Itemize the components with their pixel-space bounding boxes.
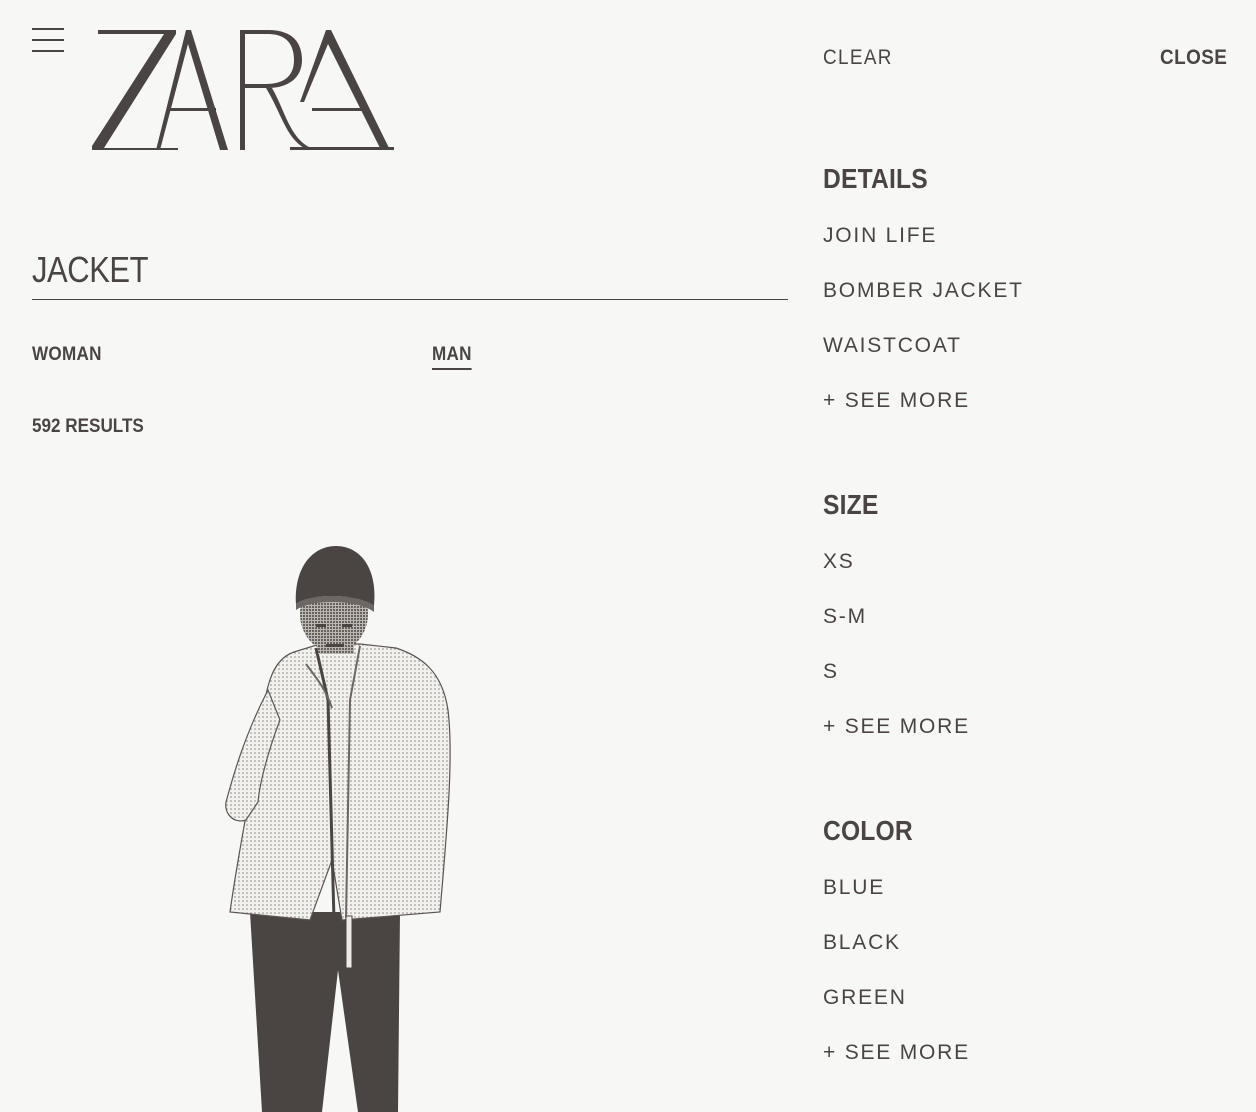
filter-option-xs[interactable]: XS (823, 550, 1223, 605)
filter-heading: DETAILS (823, 163, 928, 194)
filter-option-blue[interactable]: BLUE (823, 876, 1223, 931)
see-more-color-button[interactable]: + SEE MORE (823, 1041, 1223, 1096)
filter-section-size: SIZE XS S-M S + SEE MORE (823, 488, 1223, 770)
filter-section-color: COLOR BLUE BLACK GREEN + SEE MORE (823, 814, 1223, 1096)
search-input[interactable] (32, 248, 683, 292)
tab-woman[interactable]: WOMAN (32, 344, 102, 366)
filter-option-s-m[interactable]: S-M (823, 605, 1223, 660)
filter-heading: SIZE (823, 489, 879, 520)
filter-option-green[interactable]: GREEN (823, 986, 1223, 1041)
zara-logo[interactable] (90, 22, 396, 154)
filter-option-join-life[interactable]: JOIN LIFE (823, 224, 1223, 279)
product-image[interactable] (210, 540, 470, 1112)
filter-option-s[interactable]: S (823, 660, 1223, 715)
see-more-details-button[interactable]: + SEE MORE (823, 389, 1223, 444)
hamburger-menu-icon[interactable] (32, 28, 64, 54)
see-more-size-button[interactable]: + SEE MORE (823, 715, 1223, 770)
search-field[interactable] (32, 248, 788, 300)
filter-option-black[interactable]: BLACK (823, 931, 1223, 986)
filter-section-details: DETAILS JOIN LIFE BOMBER JACKET WAISTCOA… (823, 162, 1223, 444)
filter-option-bomber-jacket[interactable]: BOMBER JACKET (823, 279, 1223, 334)
close-button[interactable]: CLOSE (1160, 46, 1227, 70)
filter-heading: COLOR (823, 815, 913, 846)
results-count: 592 RESULTS (32, 416, 144, 437)
filter-option-waistcoat[interactable]: WAISTCOAT (823, 334, 1223, 389)
tab-man[interactable]: MAN (432, 344, 472, 370)
search-page: WOMAN MAN 592 RESULTS (0, 0, 1256, 1112)
clear-button[interactable]: CLEAR (823, 46, 893, 70)
